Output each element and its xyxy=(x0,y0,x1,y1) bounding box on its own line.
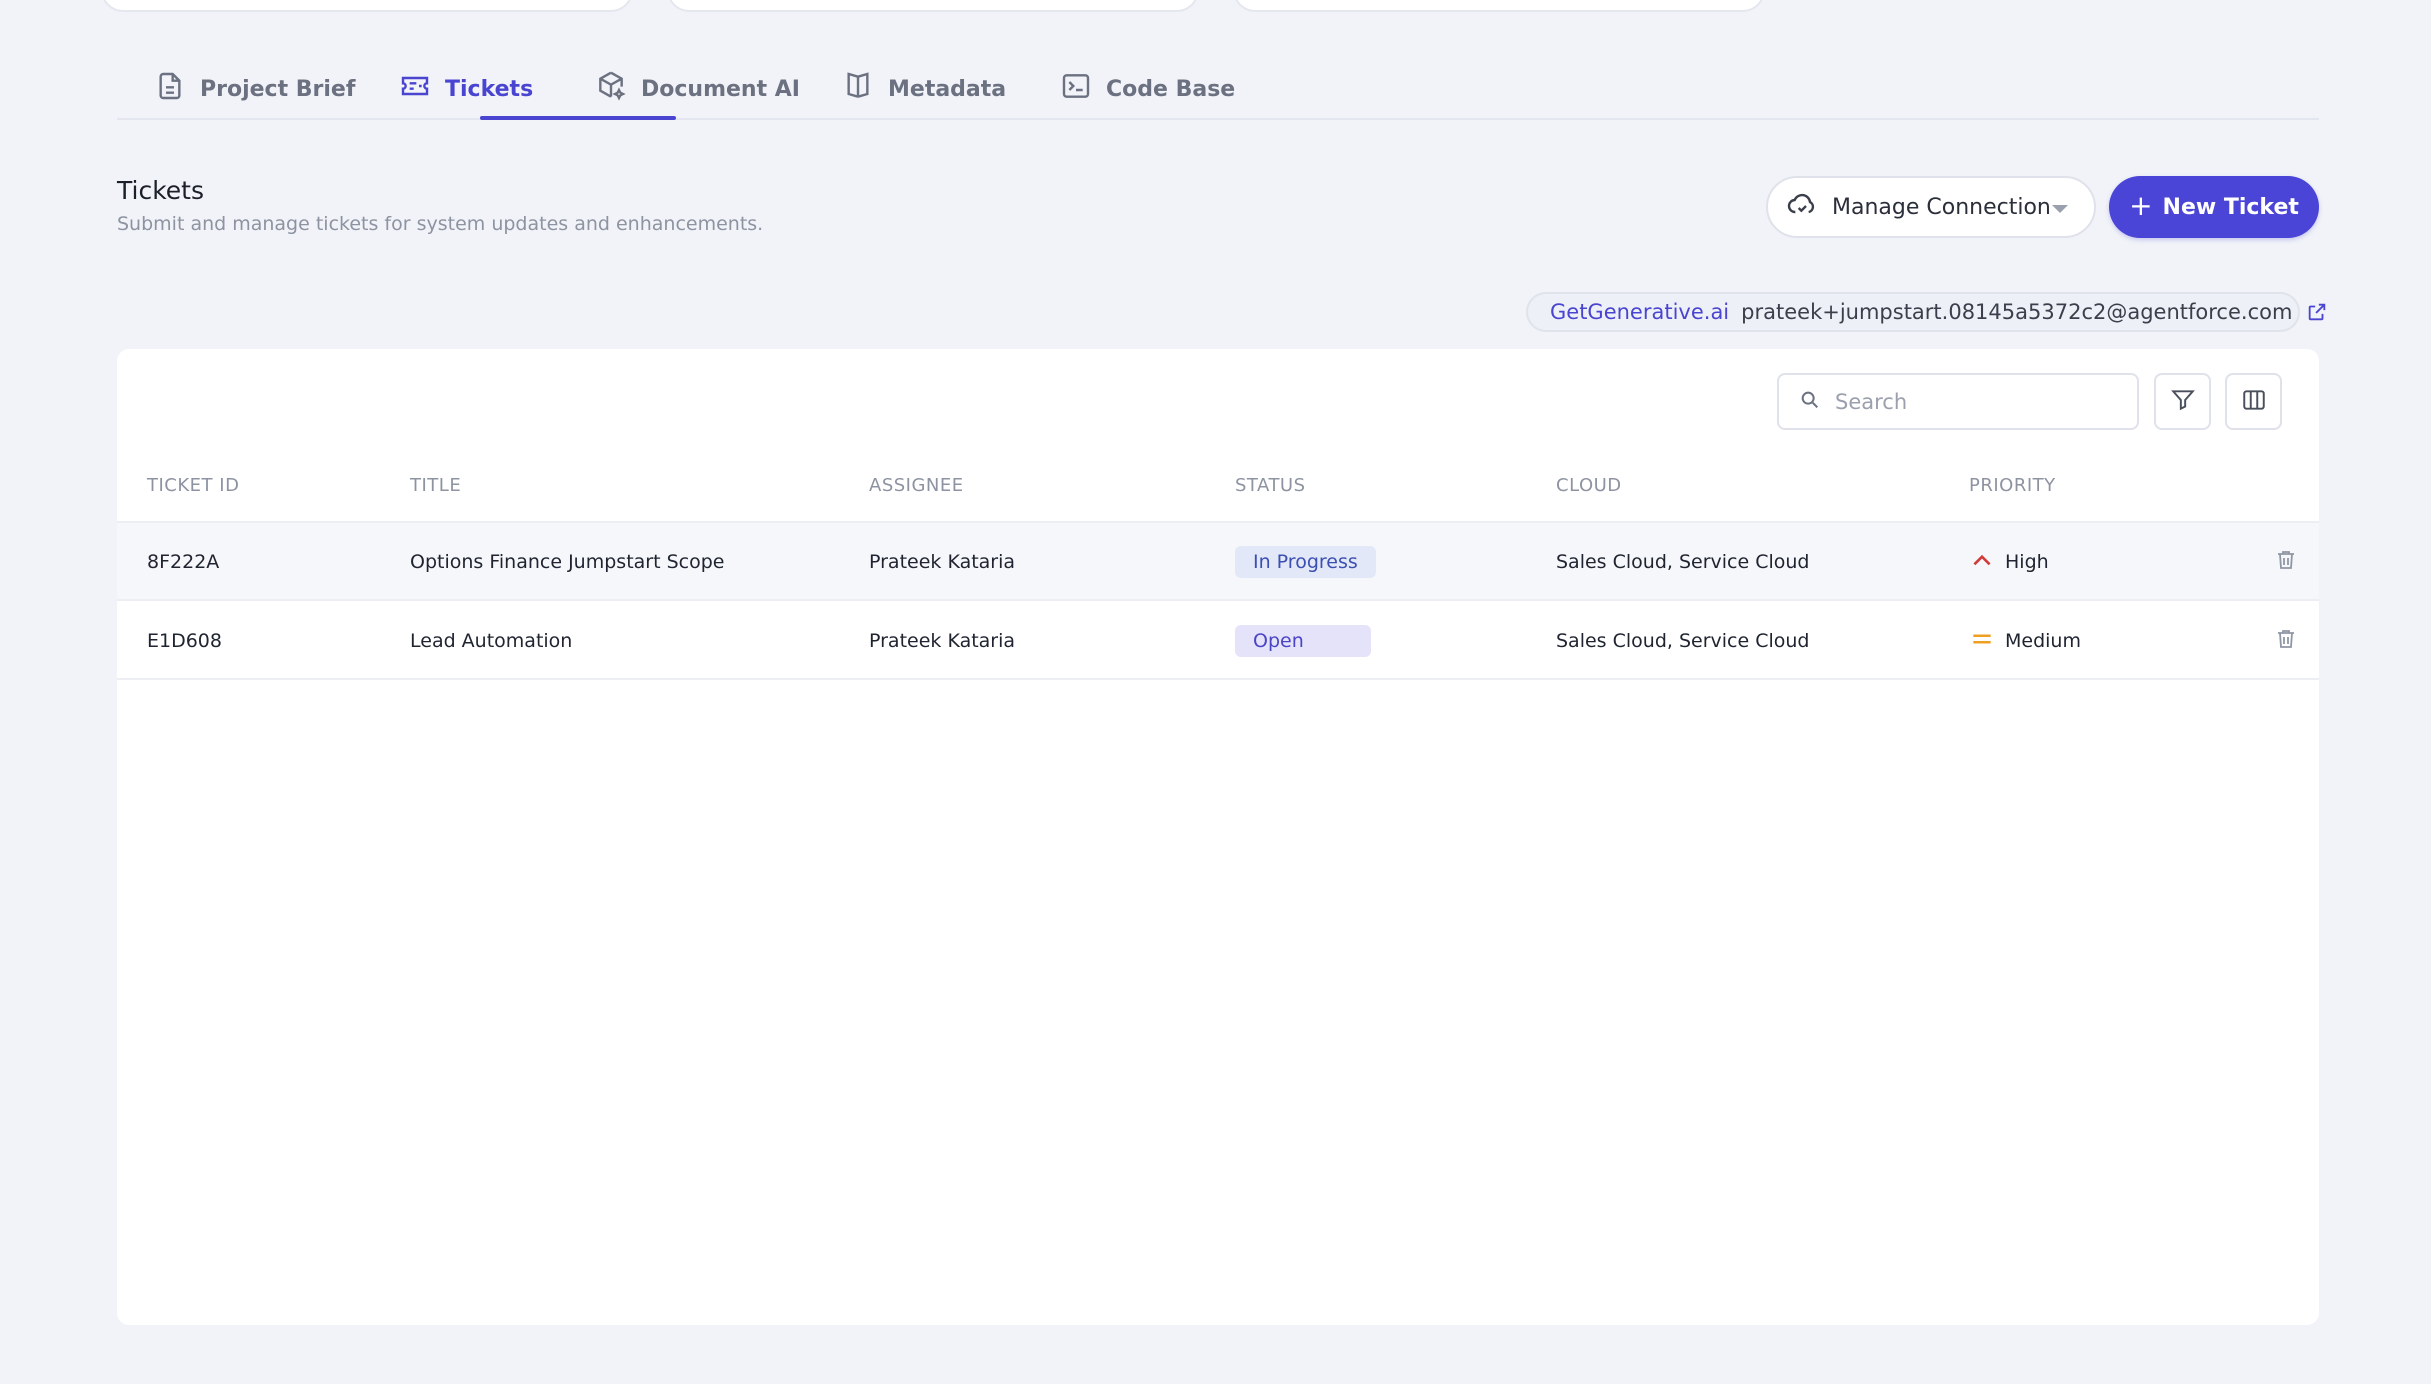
table-row[interactable]: E1D608 Lead Automation Prateek Kataria O… xyxy=(117,602,2319,680)
ticket-priority: High xyxy=(1969,523,2049,601)
summary-card-2 xyxy=(667,0,1199,12)
summary-card-3 xyxy=(1233,0,1765,12)
delete-button[interactable] xyxy=(2274,523,2298,601)
trash-icon xyxy=(2274,627,2298,656)
column-header-cloud[interactable]: CLOUD xyxy=(1556,475,1622,496)
connection-brand: GetGenerative.ai xyxy=(1550,300,1730,324)
ticket-cloud: Sales Cloud, Service Cloud xyxy=(1556,630,1810,652)
filter-button[interactable] xyxy=(2154,373,2211,430)
ticket-status: Open xyxy=(1235,602,1371,680)
terminal-icon xyxy=(1060,70,1092,108)
tab-label: Code Base xyxy=(1106,76,1236,102)
tab-tickets[interactable]: Tickets xyxy=(399,58,533,120)
page-title: Tickets xyxy=(117,176,204,205)
search-icon xyxy=(1799,389,1821,415)
external-link-icon[interactable] xyxy=(2292,297,2328,328)
columns-button[interactable] xyxy=(2225,373,2282,430)
connection-info: GetGenerative.ai prateek+jumpstart.08145… xyxy=(1526,292,2326,332)
filter-icon xyxy=(2170,387,2196,417)
tab-project-brief[interactable]: Project Brief xyxy=(154,58,355,120)
search-input[interactable] xyxy=(1833,388,2133,415)
new-ticket-button[interactable]: + New Ticket xyxy=(2109,176,2319,238)
delete-button[interactable] xyxy=(2274,602,2298,680)
status-badge: Open xyxy=(1235,625,1371,657)
ticket-id: 8F222A xyxy=(147,551,220,573)
tab-label: Project Brief xyxy=(200,76,356,102)
priority-label: Medium xyxy=(2005,630,2081,652)
priority-label: High xyxy=(2005,551,2049,573)
table-row[interactable]: 8F222A Options Finance Jumpstart Scope P… xyxy=(117,523,2319,601)
tab-bar: Project Brief Tickets Document AI Metada… xyxy=(117,58,2319,120)
search-field[interactable] xyxy=(1777,373,2139,430)
tab-label: Tickets xyxy=(445,76,534,102)
column-header-status[interactable]: STATUS xyxy=(1235,475,1306,496)
document-icon xyxy=(154,70,186,108)
ticket-priority: Medium xyxy=(1969,602,2081,680)
active-tab-indicator xyxy=(480,116,676,120)
ticket-id: E1D608 xyxy=(147,630,222,652)
chevron-down-icon xyxy=(2052,205,2068,213)
cube-sparkle-icon xyxy=(595,70,627,108)
cloud-check-icon xyxy=(1786,188,1818,226)
new-ticket-label: New Ticket xyxy=(2162,194,2299,220)
trash-icon xyxy=(2274,548,2298,577)
tickets-table-card: TICKET ID TITLE ASSIGNEE STATUS CLOUD PR… xyxy=(117,349,2319,1325)
ticket-status: In Progress xyxy=(1235,523,1376,601)
connection-email: prateek+jumpstart.08145a5372c2@agentforc… xyxy=(1741,300,2293,324)
columns-icon xyxy=(2241,387,2267,417)
column-header-assignee[interactable]: ASSIGNEE xyxy=(869,475,964,496)
column-header-ticket-id[interactable]: TICKET ID xyxy=(147,475,239,496)
tab-label: Metadata xyxy=(888,76,1007,102)
ticket-title: Lead Automation xyxy=(410,630,573,652)
manage-connection-button[interactable]: Manage Connection xyxy=(1766,176,2096,238)
tab-document-ai[interactable]: Document AI xyxy=(595,58,800,120)
tab-code-base[interactable]: Code Base xyxy=(1060,58,1235,120)
tab-label: Document AI xyxy=(641,76,800,102)
priority-high-icon xyxy=(1969,547,2005,578)
status-badge: In Progress xyxy=(1235,546,1376,578)
column-header-priority[interactable]: PRIORITY xyxy=(1969,475,2056,496)
ticket-assignee: Prateek Kataria xyxy=(869,551,1016,573)
priority-medium-icon xyxy=(1969,626,2005,657)
manage-connection-label: Manage Connection xyxy=(1832,194,2051,220)
plus-icon: + xyxy=(2129,188,2153,222)
summary-card-1 xyxy=(101,0,633,12)
column-header-title[interactable]: TITLE xyxy=(410,475,461,496)
ticket-assignee: Prateek Kataria xyxy=(869,630,1016,652)
book-open-icon xyxy=(842,70,874,108)
tab-metadata[interactable]: Metadata xyxy=(842,58,1006,120)
page-subtitle: Submit and manage tickets for system upd… xyxy=(117,213,764,235)
ticket-title: Options Finance Jumpstart Scope xyxy=(410,551,725,573)
ticket-icon xyxy=(399,70,431,108)
ticket-cloud: Sales Cloud, Service Cloud xyxy=(1556,551,1810,573)
